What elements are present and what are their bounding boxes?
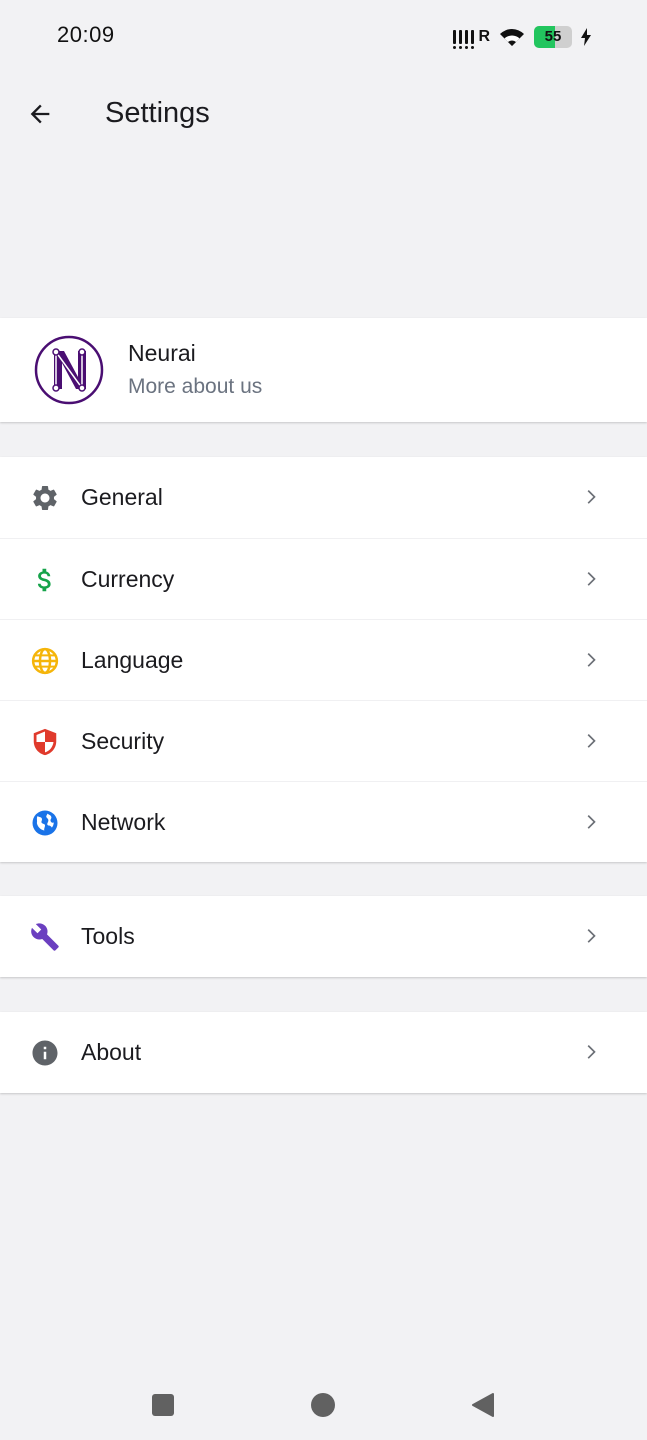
chevron-right-icon [587,1045,596,1059]
chevron-right-icon [587,815,596,829]
menu-item-label: General [81,484,163,510]
menu-item-label: Network [81,809,166,835]
menu-item-network[interactable]: Network [0,781,647,862]
menu-item-label: About [81,1039,142,1065]
chevron-right-icon [587,653,596,667]
dollar-icon [30,565,60,595]
gear-icon [30,483,60,513]
page-title: Settings [105,97,210,129]
globe-icon [30,646,60,676]
chevron-right-icon [587,572,596,586]
menu-item-label: Tools [81,923,135,949]
status-time: 20:09 [57,22,115,47]
tools-card: Tools [0,896,647,977]
battery-indicator: 55 [534,26,572,48]
menu-item-label: Currency [81,566,175,592]
system-nav-bar [0,1370,647,1440]
status-icons: R 55 [453,24,592,50]
neurai-logo-icon [34,335,104,405]
menu-item-tools[interactable]: Tools [0,896,647,977]
profile-card[interactable]: Neurai More about us [0,318,647,422]
signal-label: R [478,28,490,45]
menu-item-label: Language [81,647,184,673]
arrow-back-icon [30,104,50,124]
chevron-right-icon [587,490,596,504]
menu-item-about[interactable]: About [0,1012,647,1093]
settings-menu-card: General Currency Language Security Netwo… [0,457,647,862]
chevron-right-icon [587,929,596,943]
square-icon[interactable] [150,1392,176,1418]
profile-subtitle: More about us [128,375,263,398]
back-button[interactable] [20,94,60,134]
network-globe-icon [30,808,60,838]
charging-bolt-icon [581,28,591,46]
triangle-back-icon[interactable] [470,1392,496,1418]
battery-level: 55 [544,28,562,45]
settings-screen: 20:09 R 55 Settings Neurai More about us… [0,0,647,1440]
status-bar: 20:09 R 55 [0,0,647,72]
about-card: About [0,1012,647,1093]
info-icon [30,1038,60,1068]
menu-item-language[interactable]: Language [0,619,647,700]
wifi-icon [500,29,524,46]
menu-item-label: Security [81,728,165,754]
menu-item-general[interactable]: General [0,457,647,538]
menu-item-currency[interactable]: Currency [0,538,647,619]
profile-name: Neurai [128,340,196,366]
menu-item-security[interactable]: Security [0,700,647,781]
wrench-icon [30,922,60,952]
signal-icon: R [453,28,490,49]
circle-icon[interactable] [310,1392,336,1418]
top-app-bar: Settings [0,80,647,148]
chevron-right-icon [587,734,596,748]
shield-icon [30,727,60,757]
